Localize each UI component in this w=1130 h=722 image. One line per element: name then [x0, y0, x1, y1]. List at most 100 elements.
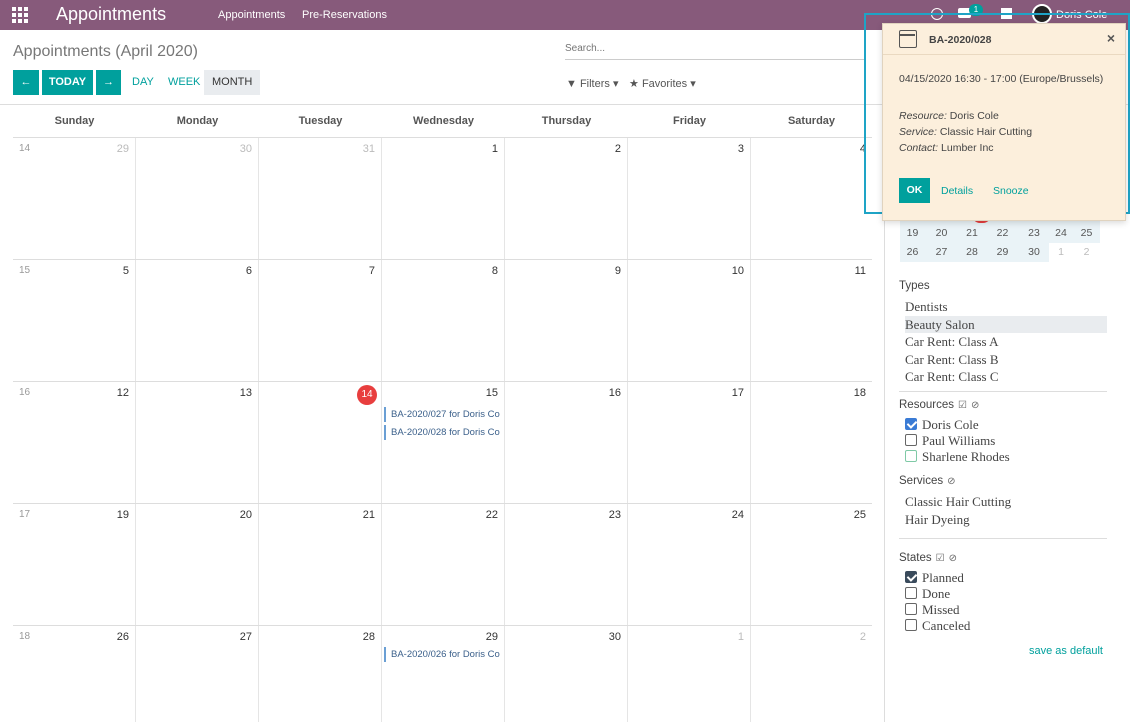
- apps-grid-icon[interactable]: [12, 7, 28, 23]
- calendar-day-cell[interactable]: 16 12: [13, 382, 136, 503]
- mini-calendar-day[interactable]: 19: [900, 224, 925, 243]
- calendar-day-cell[interactable]: 3: [628, 138, 751, 259]
- calendar-day-cell[interactable]: 22: [382, 504, 505, 625]
- type-item[interactable]: Car Rent: Class A: [905, 333, 1107, 350]
- mini-calendar-day[interactable]: 23: [1019, 224, 1049, 243]
- calendar-day-cell[interactable]: 14 29: [13, 138, 136, 259]
- calendar-day-cell[interactable]: 14: [259, 382, 382, 503]
- calendar-day-cell[interactable]: 23: [505, 504, 628, 625]
- mini-calendar-day[interactable]: 29: [986, 243, 1019, 262]
- section-divider: [899, 538, 1107, 539]
- menu-appointments[interactable]: Appointments: [218, 9, 285, 21]
- view-month-button[interactable]: MONTH: [204, 70, 260, 95]
- clear-icon[interactable]: ⊘: [947, 476, 955, 487]
- resource-checkbox[interactable]: [905, 434, 917, 446]
- calendar-day-cell[interactable]: 31: [259, 138, 382, 259]
- state-checkbox[interactable]: [905, 587, 917, 599]
- calendar-day-cell[interactable]: 9: [505, 260, 628, 381]
- mini-calendar-day[interactable]: 22: [986, 224, 1019, 243]
- prev-button[interactable]: ←: [13, 70, 39, 95]
- calendar-day-cell[interactable]: 21: [259, 504, 382, 625]
- calendar-day-cell[interactable]: 10: [628, 260, 751, 381]
- event-ba-2020-027[interactable]: BA-2020/027 for Doris Cole: [384, 407, 500, 422]
- mini-calendar-day[interactable]: 26: [900, 243, 925, 262]
- type-item[interactable]: Car Rent: Class B: [905, 351, 1107, 368]
- close-icon[interactable]: ×: [1107, 30, 1115, 46]
- week-number: 14: [19, 143, 31, 154]
- calendar-day-cell[interactable]: 2: [505, 138, 628, 259]
- search-box[interactable]: [565, 42, 865, 60]
- clear-icon[interactable]: ⊘: [949, 553, 957, 564]
- day-number: 22: [485, 509, 498, 521]
- mini-calendar-day[interactable]: 24: [1049, 224, 1073, 243]
- view-day-button[interactable]: DAY: [124, 70, 162, 95]
- calendar-day-cell[interactable]: 15: [382, 382, 505, 503]
- type-item[interactable]: Beauty Salon: [905, 316, 1107, 333]
- calendar-day-cell[interactable]: 6: [136, 260, 259, 381]
- calendar-day-cell[interactable]: 20: [136, 504, 259, 625]
- mini-calendar-day[interactable]: 2: [1073, 243, 1100, 262]
- mini-calendar-day[interactable]: 30: [1019, 243, 1049, 262]
- mini-calendar-day[interactable]: 25: [1073, 224, 1100, 243]
- event-ba-2020-026[interactable]: BA-2020/026 for Doris Cole: [384, 647, 500, 662]
- mini-calendar-day[interactable]: 20: [925, 224, 958, 243]
- resources-title: Resources ☑ ⊘: [899, 399, 980, 411]
- type-item[interactable]: Car Rent: Class C: [905, 368, 1107, 385]
- filters-dropdown[interactable]: ▼ Filters ▾: [566, 77, 619, 90]
- calendar-day-cell[interactable]: 28: [259, 626, 382, 722]
- calendar-day-cell[interactable]: 16: [505, 382, 628, 503]
- weekday-label: Wednesday: [413, 115, 474, 127]
- state-checkbox[interactable]: [905, 571, 917, 583]
- clear-icon[interactable]: ⊘: [971, 400, 979, 411]
- calendar-day-cell[interactable]: 29: [382, 626, 505, 722]
- day-number: 30: [608, 631, 621, 643]
- calendar-day-cell[interactable]: 25: [751, 504, 872, 625]
- event-popover-highlight: BA-2020/028 × 04/15/2020 16:30 - 17:00 (…: [864, 13, 1130, 221]
- calendar-day-cell[interactable]: 17 19: [13, 504, 136, 625]
- calendar-day-cell[interactable]: 11: [751, 260, 872, 381]
- ok-button[interactable]: OK: [899, 178, 930, 203]
- weekday-header: Sunday Monday Tuesday Wednesday Thursday…: [13, 105, 872, 138]
- service-item[interactable]: Classic Hair Cutting: [905, 493, 1107, 510]
- resource-checkbox[interactable]: [905, 450, 917, 462]
- calendar-day-cell[interactable]: 27: [136, 626, 259, 722]
- day-number: 26: [116, 631, 129, 643]
- mini-calendar-day[interactable]: 28: [958, 243, 986, 262]
- next-button[interactable]: →: [96, 70, 121, 95]
- view-week-button[interactable]: WEEK: [160, 70, 208, 95]
- day-number: 11: [854, 265, 866, 277]
- calendar-day-cell[interactable]: 30: [136, 138, 259, 259]
- state-checkbox[interactable]: [905, 603, 917, 615]
- calendar-day-cell[interactable]: 18 26: [13, 626, 136, 722]
- check-all-icon[interactable]: ☑: [936, 553, 945, 564]
- snooze-button[interactable]: Snooze: [993, 185, 1029, 197]
- search-input[interactable]: [565, 43, 865, 54]
- mini-calendar-day[interactable]: 1: [1049, 243, 1073, 262]
- calendar-day-cell[interactable]: 30: [505, 626, 628, 722]
- states-title: States ☑ ⊘: [899, 552, 957, 564]
- today-button[interactable]: TODAY: [42, 70, 93, 95]
- details-button[interactable]: Details: [941, 185, 973, 197]
- menu-pre-reservations[interactable]: Pre-Reservations: [302, 9, 387, 21]
- calendar-day-cell[interactable]: 1: [628, 626, 751, 722]
- calendar-day-cell[interactable]: 13: [136, 382, 259, 503]
- state-checkbox[interactable]: [905, 619, 917, 631]
- calendar-day-cell[interactable]: 24: [628, 504, 751, 625]
- calendar-day-cell[interactable]: 18: [751, 382, 872, 503]
- type-item[interactable]: Dentists: [905, 298, 1107, 315]
- calendar-day-cell[interactable]: 2: [751, 626, 872, 722]
- event-ba-2020-028[interactable]: BA-2020/028 for Doris Cole: [384, 425, 500, 440]
- save-as-default-link[interactable]: save as default: [1029, 645, 1103, 657]
- calendar-day-cell[interactable]: 7: [259, 260, 382, 381]
- resource-checkbox[interactable]: [905, 418, 917, 430]
- calendar-day-cell[interactable]: 17: [628, 382, 751, 503]
- calendar-day-cell[interactable]: 1: [382, 138, 505, 259]
- check-all-icon[interactable]: ☑: [958, 400, 967, 411]
- calendar-day-cell[interactable]: 15 5: [13, 260, 136, 381]
- mini-calendar-day[interactable]: 27: [925, 243, 958, 262]
- favorites-dropdown[interactable]: ★ Favorites ▾: [629, 77, 696, 90]
- calendar-day-cell[interactable]: 4: [751, 138, 872, 259]
- service-item[interactable]: Hair Dyeing: [905, 511, 1107, 528]
- mini-calendar-day[interactable]: 21: [958, 224, 986, 243]
- calendar-day-cell[interactable]: 8: [382, 260, 505, 381]
